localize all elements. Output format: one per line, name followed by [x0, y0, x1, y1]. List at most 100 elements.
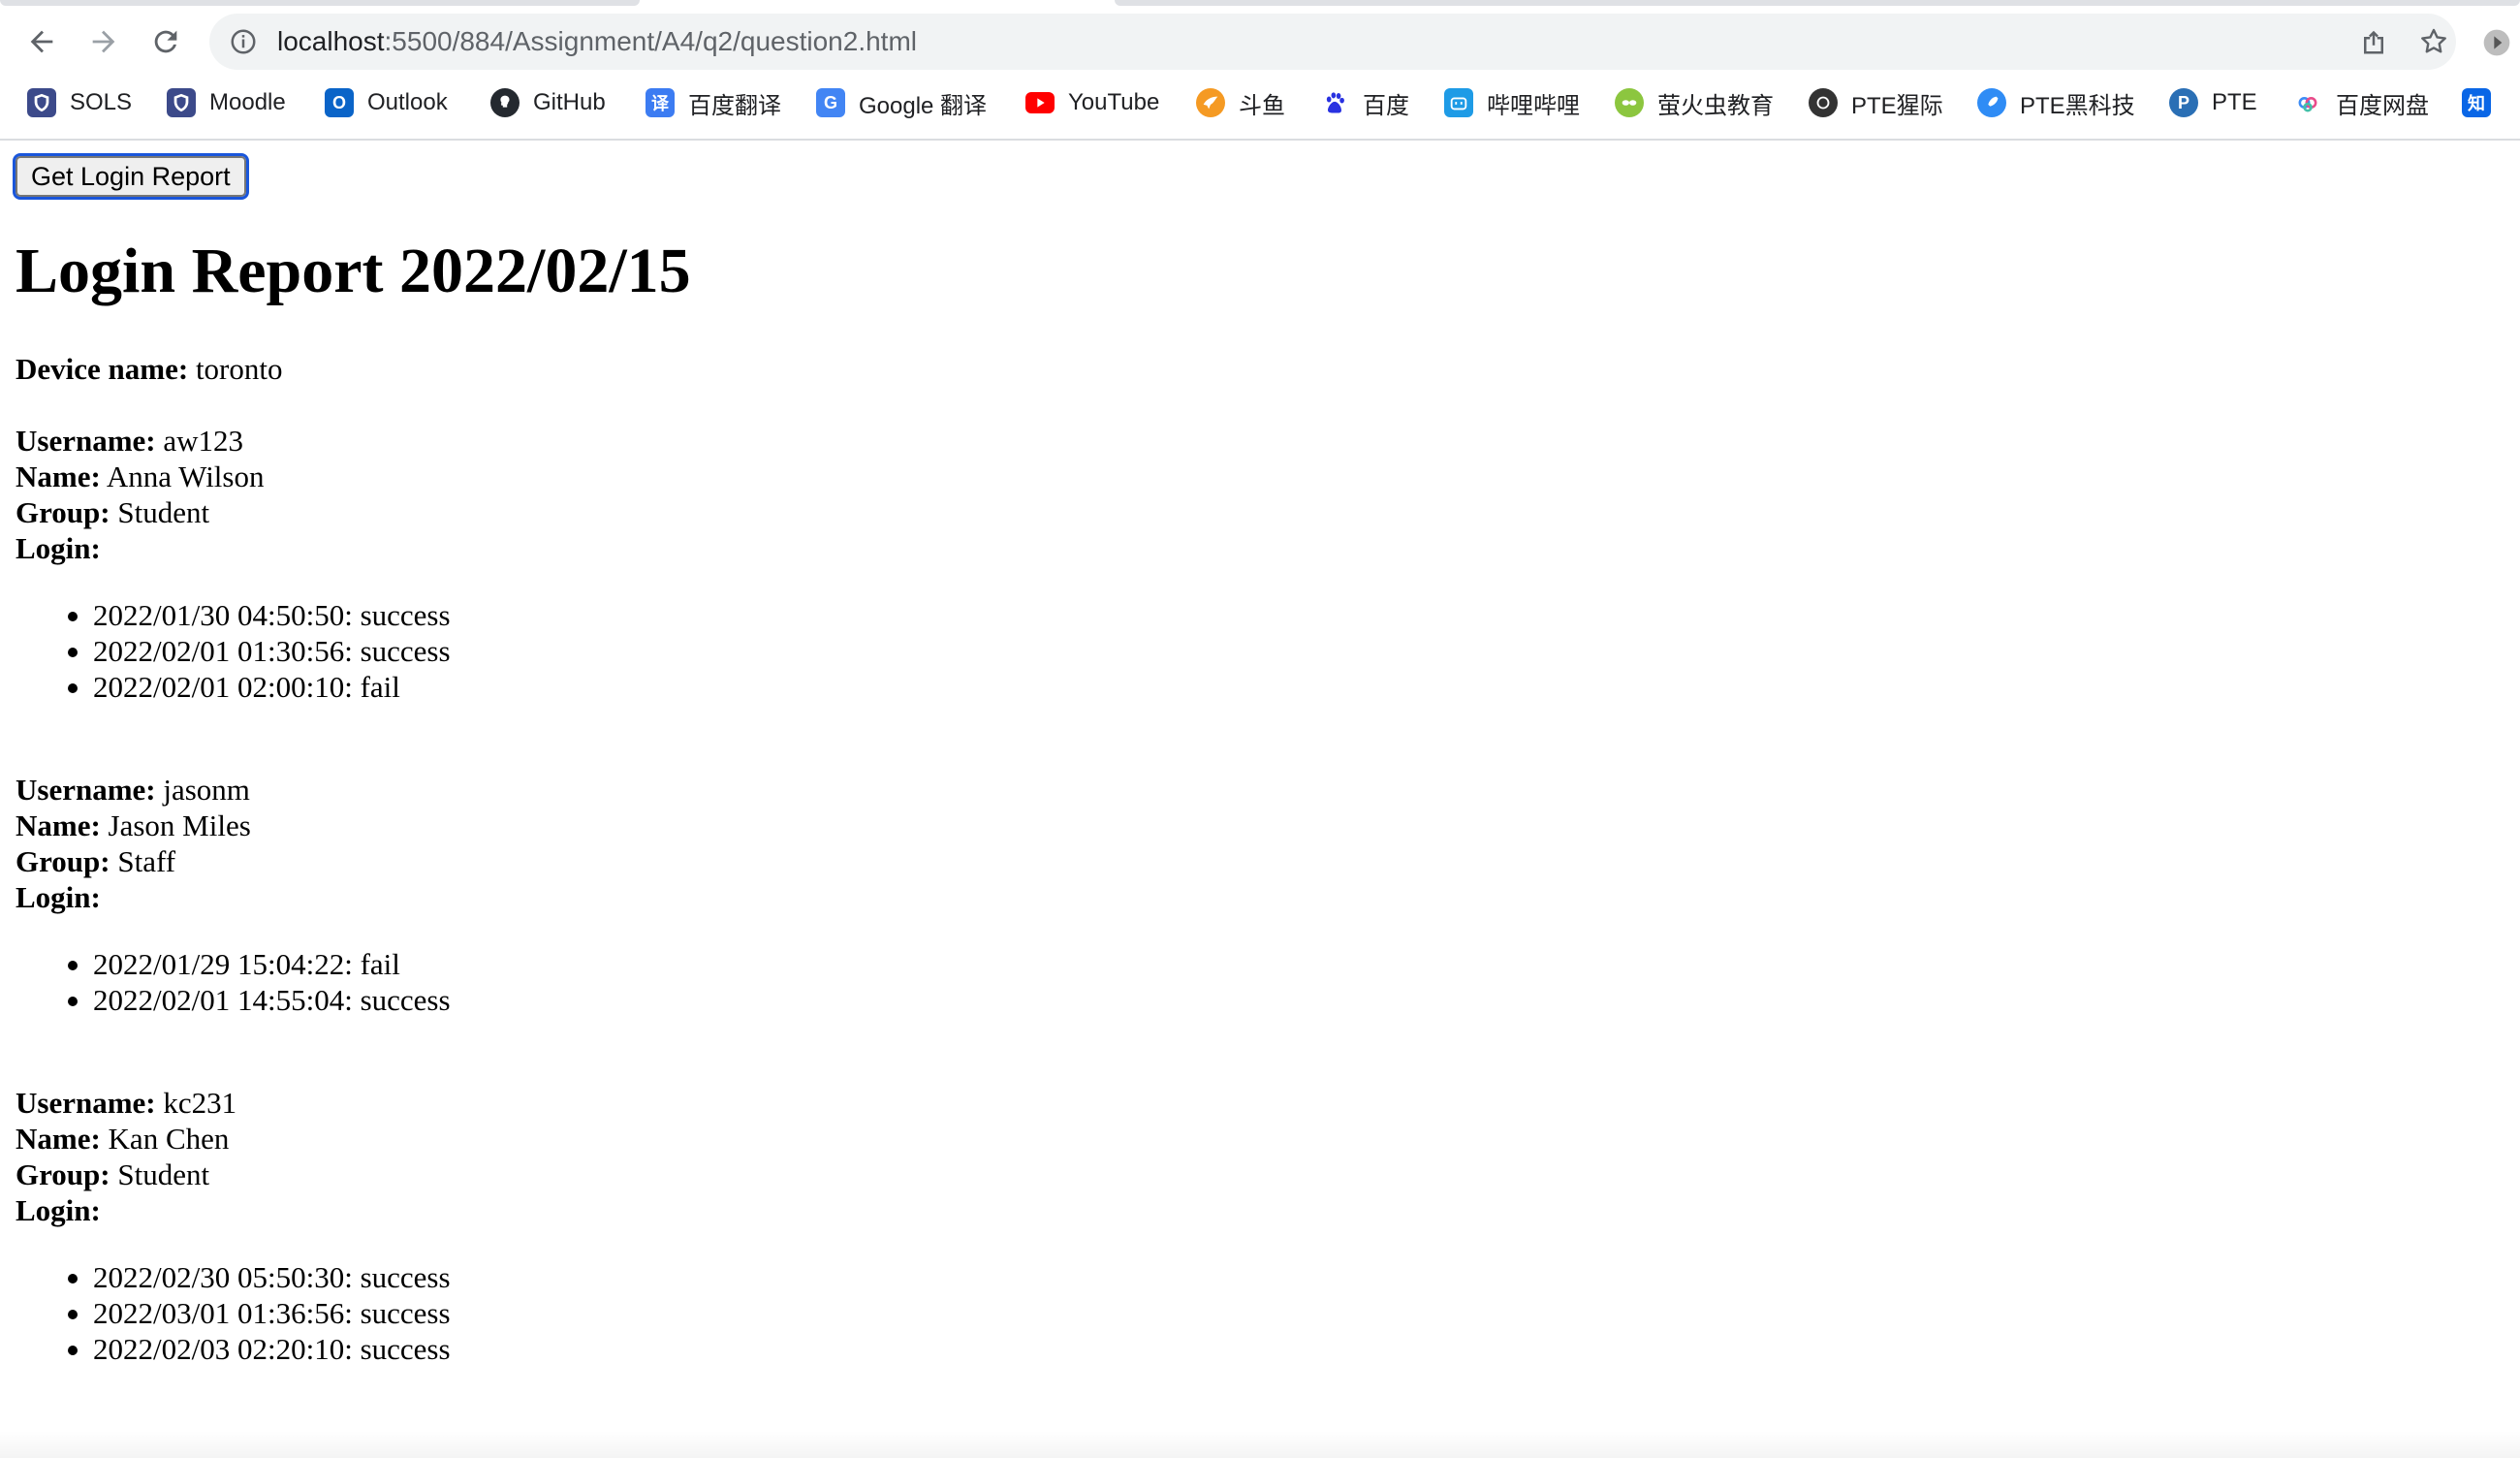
login-list: 2022/01/29 15:04:22: fail 2022/02/01 14:…	[16, 946, 451, 1018]
login-label: Login:	[16, 531, 101, 565]
bookmark-sols[interactable]: SOLS	[27, 81, 132, 124]
list-item: 2022/02/01 02:00:10: fail	[68, 669, 451, 705]
name-value: Jason Miles	[108, 808, 251, 842]
group-value: Student	[117, 1157, 210, 1191]
group-value: Staff	[117, 844, 176, 878]
back-button[interactable]	[16, 16, 68, 68]
bookmark-google-translate[interactable]: G Google 翻译	[816, 81, 987, 124]
window-bottom-edge	[0, 1431, 2520, 1458]
list-item: 2022/02/01 14:55:04: success	[68, 983, 451, 1017]
list-item: 2022/03/01 01:36:56: success	[68, 1296, 451, 1330]
pte-circle-icon	[1809, 88, 1838, 117]
group-line: Group: Student	[16, 1157, 209, 1192]
cloud-drive-icon	[2293, 88, 2322, 117]
bookmark-douyu[interactable]: 斗鱼	[1196, 81, 1285, 124]
site-info-icon[interactable]	[227, 25, 260, 58]
bookmark-moodle[interactable]: Moodle	[167, 81, 286, 124]
bookmark-label: Outlook	[367, 89, 448, 115]
bookmarks-bar: SOLS Moodle O Outlook GitHub 译 百度翻译 G Go…	[0, 81, 2520, 124]
url-host: localhost	[277, 26, 385, 56]
bookmark-label: 萤火虫教育	[1657, 92, 1774, 119]
bookmark-baidu-pan[interactable]: 百度网盘	[2293, 81, 2429, 124]
bookmark-baidu-translate[interactable]: 译 百度翻译	[646, 81, 781, 124]
share-icon[interactable]	[2357, 25, 2390, 58]
browser-toolbar: localhost:5500/884/Assignment/A4/q2/ques…	[0, 6, 2520, 76]
bookmark-bilibili[interactable]: 哔哩哔哩	[1444, 81, 1580, 124]
name-line: Name: Kan Chen	[16, 1121, 229, 1157]
login-label: Login:	[16, 1193, 101, 1227]
login-line: Login:	[16, 530, 101, 566]
bookmark-zhihu[interactable]: 知	[2462, 81, 2491, 124]
pte-rocket-icon	[1977, 88, 2006, 117]
bookmark-label: PTE	[2212, 89, 2257, 115]
reload-icon	[154, 30, 177, 53]
bookmark-outlook[interactable]: O Outlook	[325, 81, 448, 124]
baidu-paw-icon	[1320, 88, 1349, 117]
list-item: 2022/01/29 15:04:22: fail	[68, 946, 451, 982]
url-text[interactable]: localhost:5500/884/Assignment/A4/q2/ques…	[277, 23, 917, 60]
username-label: Username:	[16, 1086, 156, 1120]
bookmark-label: 哔哩哔哩	[1487, 92, 1580, 119]
reload-button[interactable]	[140, 16, 192, 68]
url-path: :5500/884/Assignment/A4/q2/question2.htm…	[384, 26, 917, 56]
login-list: 2022/01/30 04:50:50: success 2022/02/01 …	[16, 597, 451, 705]
username-label: Username:	[16, 773, 156, 807]
arrow-left-icon	[30, 30, 53, 53]
bookmark-label: 百度翻译	[688, 92, 781, 119]
shield-icon	[27, 88, 56, 117]
name-line: Name: Jason Miles	[16, 808, 251, 843]
group-label: Group:	[16, 844, 110, 878]
bookmark-github[interactable]: GitHub	[490, 81, 606, 124]
douyu-icon	[1196, 88, 1225, 117]
translate-icon: 译	[646, 88, 675, 117]
shield-icon	[167, 88, 196, 117]
bookmark-label: 百度网盘	[2336, 92, 2429, 119]
name-line: Name: Anna Wilson	[16, 459, 265, 494]
outlook-icon: O	[325, 88, 354, 117]
page-content: Get Login Report Login Report 2022/02/15…	[0, 141, 2520, 1458]
page-title: Login Report 2022/02/15	[16, 236, 691, 306]
name-value: Kan Chen	[108, 1122, 230, 1156]
group-label: Group:	[16, 495, 110, 529]
login-line: Login:	[16, 879, 101, 915]
get-login-report-button[interactable]: Get Login Report	[13, 153, 249, 200]
bookmark-pte-heikeji[interactable]: PTE黑科技	[1977, 81, 2135, 124]
list-item: 2022/01/30 04:50:50: success	[68, 598, 451, 632]
forward-button[interactable]	[78, 16, 130, 68]
username-value: aw123	[163, 424, 244, 458]
bookmark-label: Google 翻译	[859, 92, 988, 119]
list-item: 2022/02/30 05:50:30: success	[68, 1260, 451, 1294]
bookmark-youtube[interactable]: YouTube	[1025, 81, 1159, 124]
login-list: 2022/02/30 05:50:30: success 2022/03/01 …	[16, 1259, 451, 1367]
name-value: Anna Wilson	[106, 460, 265, 493]
bookmark-label: 斗鱼	[1239, 92, 1285, 119]
username-label: Username:	[16, 424, 156, 458]
bookmark-label: YouTube	[1068, 89, 1160, 115]
bookmark-baidu[interactable]: 百度	[1320, 81, 1409, 124]
bookmark-pte-xingji[interactable]: PTE猩际	[1809, 81, 1943, 124]
username-line: Username: aw123	[16, 423, 243, 459]
group-line: Group: Staff	[16, 843, 175, 879]
address-bar[interactable]: localhost:5500/884/Assignment/A4/q2/ques…	[209, 14, 2456, 70]
username-value: jasonm	[163, 773, 250, 807]
extension-icon[interactable]	[2481, 27, 2512, 58]
username-line: Username: jasonm	[16, 772, 250, 808]
bookmark-label: SOLS	[70, 89, 133, 115]
bookmark-pte[interactable]: P PTE	[2169, 81, 2257, 124]
device-label: Device name:	[16, 352, 189, 386]
username-line: Username: kc231	[16, 1085, 236, 1121]
group-line: Group: Student	[16, 494, 209, 530]
browser-chrome: localhost:5500/884/Assignment/A4/q2/ques…	[0, 0, 2520, 141]
arrow-right-icon	[92, 30, 115, 53]
youtube-icon	[1025, 92, 1055, 113]
bookmark-star-icon[interactable]	[2417, 25, 2450, 58]
name-label: Name:	[16, 808, 101, 842]
pte-p-icon: P	[2169, 88, 2198, 117]
google-translate-icon: G	[816, 88, 845, 117]
github-icon	[490, 88, 520, 117]
firefly-icon	[1615, 88, 1644, 117]
bookmark-label: Moodle	[209, 89, 286, 115]
bookmark-label: GitHub	[533, 89, 606, 115]
bookmark-firefly[interactable]: 萤火虫教育	[1615, 81, 1774, 124]
group-value: Student	[117, 495, 210, 529]
